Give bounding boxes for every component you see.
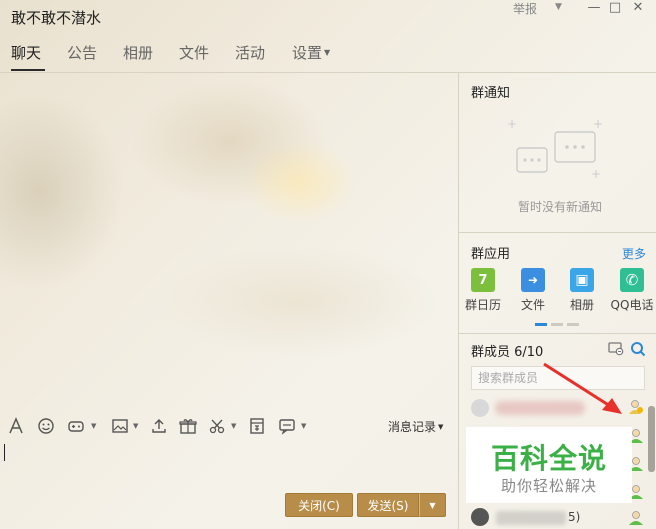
input-toolbar: ▼ ▼ ▼ ▼ 消息记录 ▼ bbox=[0, 412, 458, 440]
members-title: 群成员 6/10 bbox=[471, 345, 544, 360]
close-window-button[interactable]: ✕ bbox=[630, 0, 646, 15]
game-icon[interactable] bbox=[66, 417, 86, 435]
apps-more-link[interactable]: 更多 bbox=[622, 245, 646, 262]
calendar-icon-glyph: 7 bbox=[478, 272, 488, 288]
tab-settings[interactable]: 设置 ▼ bbox=[292, 42, 330, 63]
member-list-scrollbar[interactable] bbox=[648, 406, 655, 472]
upload-icon[interactable] bbox=[149, 417, 169, 435]
title-bar: 敢不敢不潜水 举报 ▼ — □ ✕ bbox=[0, 0, 656, 34]
close-button[interactable]: 关闭(C) bbox=[285, 493, 353, 517]
chat-bubble-dropdown-icon[interactable]: ▼ bbox=[301, 422, 306, 430]
album-icon-glyph: ▣ bbox=[575, 272, 589, 288]
phone-icon: ✆ bbox=[620, 268, 644, 292]
redpacket-icon[interactable] bbox=[247, 417, 267, 435]
scissors-icon[interactable] bbox=[207, 417, 227, 435]
svg-text:+: + bbox=[591, 167, 601, 181]
svg-text:+: + bbox=[593, 118, 603, 131]
emoji-icon[interactable] bbox=[36, 417, 56, 435]
chat-background-art bbox=[0, 72, 458, 412]
chevron-down-icon: ▼ bbox=[324, 48, 331, 57]
app-label: QQ电话 bbox=[610, 298, 654, 312]
header-divider bbox=[0, 72, 656, 73]
apps-divider bbox=[459, 333, 656, 334]
notice-title: 群通知 bbox=[471, 86, 511, 101]
font-icon[interactable] bbox=[6, 417, 26, 435]
member-name-blurred bbox=[496, 511, 566, 525]
tab-announcement[interactable]: 公告 bbox=[67, 42, 97, 63]
chat-bubble-icon[interactable] bbox=[277, 417, 297, 435]
app-group-calendar[interactable]: 7 群日历 bbox=[461, 268, 505, 313]
empty-notice-illustration: + + + bbox=[507, 118, 603, 181]
app-qq-call[interactable]: ✆ QQ电话 bbox=[610, 268, 654, 313]
gift-icon[interactable] bbox=[178, 417, 198, 435]
panel-divider bbox=[458, 72, 459, 529]
notice-divider bbox=[459, 232, 656, 233]
image-dropdown-icon[interactable]: ▼ bbox=[133, 422, 138, 430]
report-button[interactable]: 举报 bbox=[513, 0, 537, 17]
file-icon: ➜ bbox=[521, 268, 545, 292]
apps-title: 群应用 bbox=[471, 247, 511, 262]
group-title: 敢不敢不潜水 bbox=[11, 9, 102, 27]
send-options-button[interactable]: ▼ bbox=[419, 493, 446, 517]
notice-empty-text: 暂时没有新通知 bbox=[518, 200, 603, 214]
app-label: 相册 bbox=[569, 298, 594, 312]
report-dropdown-icon[interactable]: ▼ bbox=[555, 2, 562, 12]
tab-activity[interactable]: 活动 bbox=[235, 42, 265, 63]
active-tab-indicator bbox=[11, 69, 45, 71]
avatar[interactable] bbox=[471, 508, 489, 526]
scissors-dropdown-icon[interactable]: ▼ bbox=[231, 422, 236, 430]
watermark-sub-text: 助你轻松解决 bbox=[500, 477, 597, 495]
send-button[interactable]: 发送(S) bbox=[357, 493, 419, 517]
text-cursor bbox=[4, 444, 5, 461]
group-owner-icon bbox=[629, 400, 643, 414]
annotation-arrow bbox=[543, 362, 622, 414]
minimize-button[interactable]: — bbox=[586, 0, 602, 15]
apps-page-indicator[interactable] bbox=[567, 323, 579, 326]
album-icon: ▣ bbox=[570, 268, 594, 292]
watermark-logo: 百科全说 助你轻松解决 bbox=[466, 427, 632, 503]
avatar[interactable] bbox=[471, 399, 489, 417]
game-dropdown-icon[interactable]: ▼ bbox=[91, 422, 96, 430]
message-history-button[interactable]: 消息记录 ▼ bbox=[388, 418, 443, 435]
image-icon[interactable] bbox=[110, 417, 130, 435]
member-name-suffix: 5) bbox=[568, 510, 581, 524]
app-label: 群日历 bbox=[464, 298, 501, 312]
watermark-main-text: 百科全说 bbox=[490, 442, 607, 475]
search-icon[interactable] bbox=[630, 341, 646, 357]
apps-page-indicator[interactable] bbox=[551, 323, 563, 326]
file-icon-glyph: ➜ bbox=[527, 273, 539, 287]
member-icon bbox=[629, 511, 643, 525]
tab-bar: 聊天 公告 相册 文件 活动 设置 ▼ bbox=[0, 42, 458, 72]
member-manage-icon[interactable] bbox=[608, 342, 624, 356]
maximize-button[interactable]: □ bbox=[607, 0, 623, 15]
phone-icon-glyph: ✆ bbox=[625, 271, 639, 289]
tab-settings-label: 设置 bbox=[292, 44, 323, 62]
message-history-label: 消息记录 bbox=[388, 420, 437, 434]
app-files[interactable]: ➜ 文件 bbox=[511, 268, 555, 313]
app-album[interactable]: ▣ 相册 bbox=[560, 268, 604, 313]
calendar-icon: 7 bbox=[471, 268, 495, 292]
chevron-down-icon: ▼ bbox=[438, 423, 444, 431]
svg-text:+: + bbox=[507, 118, 517, 131]
tab-album[interactable]: 相册 bbox=[123, 42, 153, 63]
app-label: 文件 bbox=[520, 298, 545, 312]
message-input[interactable] bbox=[0, 440, 458, 492]
tab-files[interactable]: 文件 bbox=[179, 42, 209, 63]
apps-page-indicator-active[interactable] bbox=[535, 323, 547, 326]
tab-chat[interactable]: 聊天 bbox=[11, 42, 41, 63]
